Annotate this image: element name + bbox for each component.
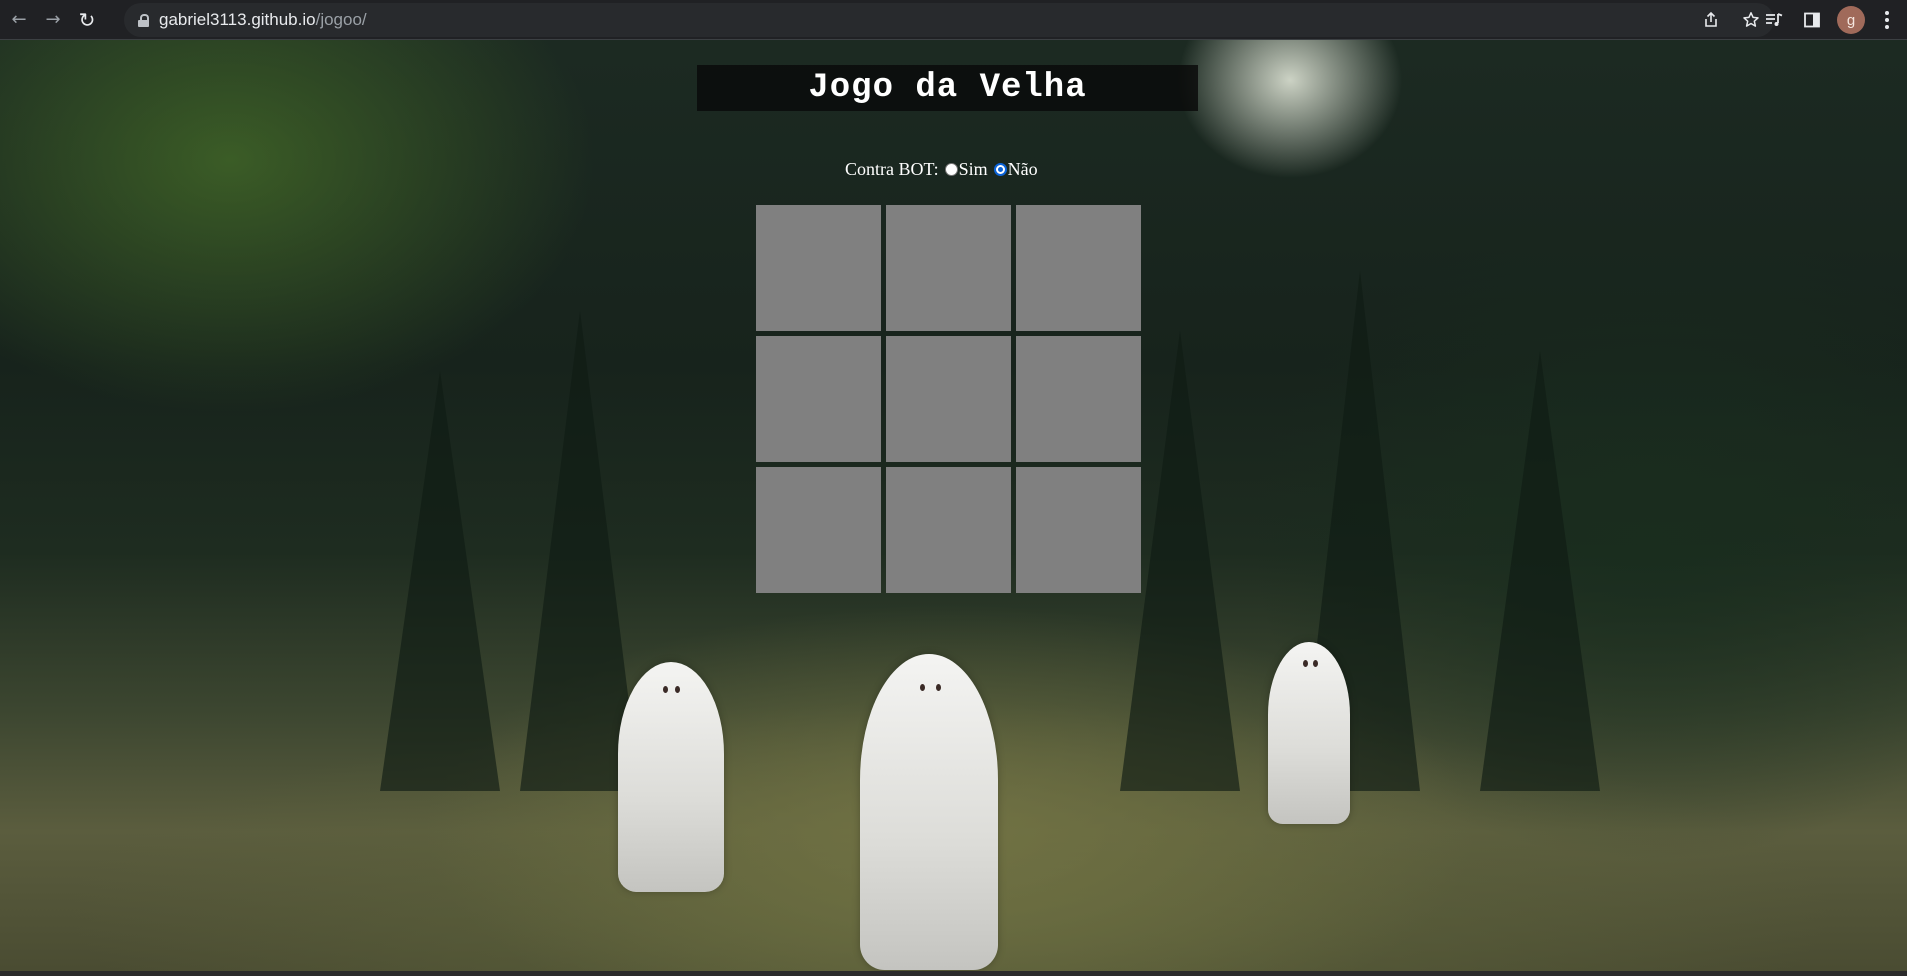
url-host: gabriel3113.github.io [159,10,316,29]
profile-avatar[interactable]: g [1837,6,1865,34]
media-queue-icon[interactable] [1761,7,1787,33]
reload-icon[interactable]: ↻ [72,5,102,35]
game-board [756,205,1141,593]
page-viewport: Jogo da Velha Contra BOT: Sim Não [0,40,1907,971]
board-cell-8[interactable] [886,467,1011,593]
arrow-right-icon[interactable]: → [38,5,68,35]
ghost-figure [618,662,724,892]
board-cell-7[interactable] [756,467,881,593]
board-cell-2[interactable] [886,205,1011,331]
bot-label: Contra BOT: [845,158,939,179]
address-bar[interactable]: gabriel3113.github.io/jogoo/ [124,3,1774,37]
side-panel-icon[interactable] [1799,7,1825,33]
board-cell-5[interactable] [886,336,1011,462]
kebab-menu-icon[interactable] [1877,7,1897,33]
url-path: /jogoo/ [315,10,367,29]
radio-nao[interactable] [993,162,1007,176]
arrow-left-icon[interactable]: ← [4,5,34,35]
board-cell-3[interactable] [1016,205,1141,331]
board-cell-9[interactable] [1016,467,1141,593]
ghost-figure [1268,642,1350,824]
share-icon[interactable] [1698,7,1724,33]
option-nao-label[interactable]: Não [1008,159,1038,180]
lock-icon[interactable] [138,13,149,27]
board-cell-1[interactable] [756,205,881,331]
ghost-figure [860,654,998,970]
title-banner: Jogo da Velha [697,65,1198,111]
bot-selector: Contra BOT: Sim Não [845,158,1038,180]
background-tree [380,371,500,791]
browser-toolbar: ← → ↻ gabriel3113.github.io/jogoo/ g [0,0,1907,40]
board-cell-4[interactable] [756,336,881,462]
url-text[interactable]: gabriel3113.github.io/jogoo/ [159,10,367,30]
radio-sim[interactable] [944,162,958,176]
board-cell-6[interactable] [1016,336,1141,462]
window-bottom-edge [0,971,1907,976]
option-sim-label[interactable]: Sim [959,159,988,180]
background-tree [1480,351,1600,791]
page-title: Jogo da Velha [808,69,1087,107]
